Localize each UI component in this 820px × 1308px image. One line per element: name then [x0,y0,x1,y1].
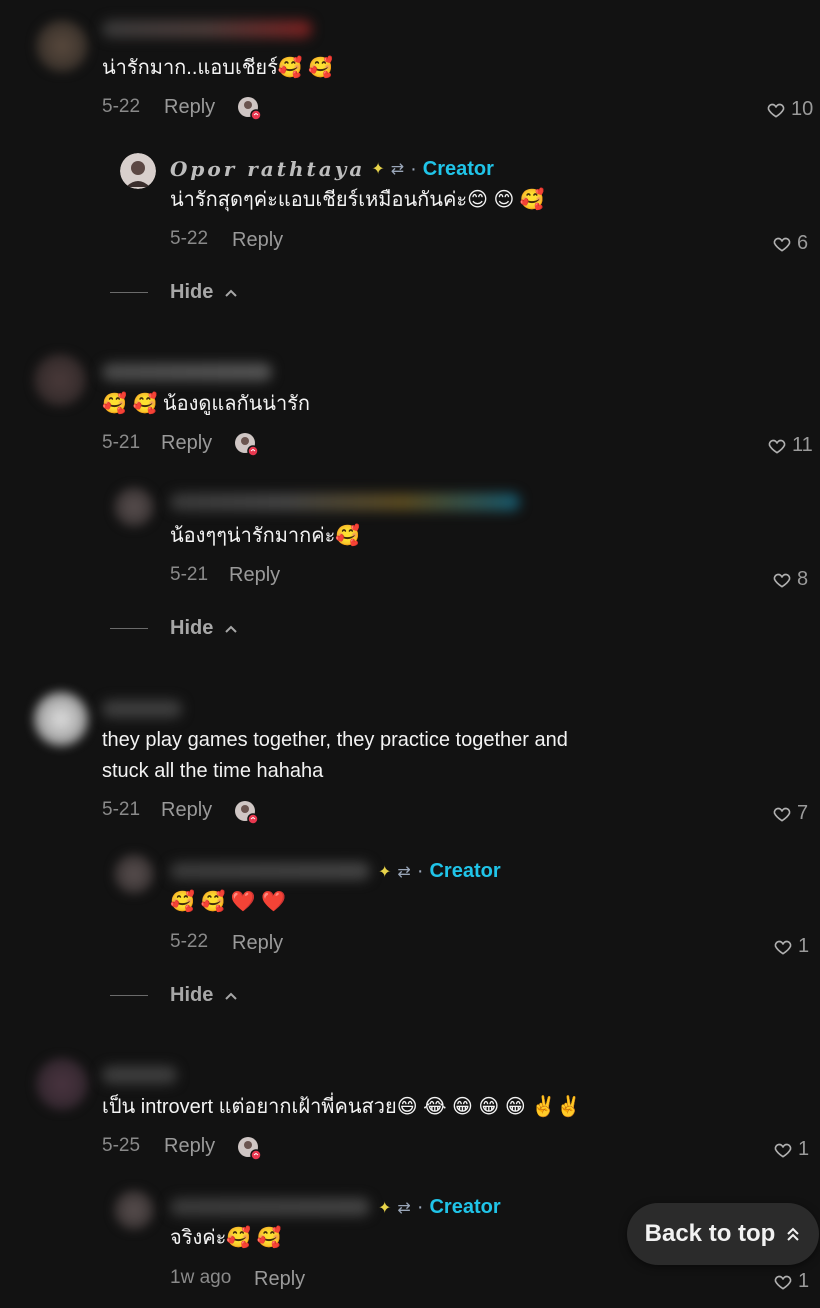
commenter-name[interactable] [102,20,312,38]
reply-date: 1w ago [170,1267,232,1288]
like-count: 1 [798,1138,810,1160]
comment-date: 5-22 [102,96,141,117]
creator-badge: Creator [422,157,494,180]
like-button[interactable]: 6 [772,232,808,255]
commenter-avatar[interactable] [34,354,86,406]
heart-icon [767,103,785,118]
comment-text-line1: they play games together, they practice … [102,729,568,751]
creator-badge: Creator [429,1196,501,1218]
like-button[interactable]: 1 [773,1138,809,1161]
creator-name-blurred [170,1198,370,1216]
like-count: 1 [798,1270,810,1292]
reply-text: น้องๆๆน่ารักมากค่ะ🥰 [170,525,361,547]
like-button[interactable]: 7 [772,802,808,825]
chevron-up-icon [225,289,238,297]
reply-text: 🥰 🥰 ❤️ ❤️ [170,891,287,913]
creator-avatar[interactable] [114,1190,154,1230]
sparkle-icon: ✦ [378,863,392,881]
reply-button[interactable]: Reply [164,96,215,119]
creator-liked-avatar [235,433,258,456]
comment-text: 🥰 🥰 น้องดูแลกันน่ารัก [102,393,311,415]
sparkle-icon: ✦ [371,161,385,178]
like-count: 7 [797,802,809,824]
reply-button[interactable]: Reply [229,564,280,587]
comment-date: 5-21 [102,432,141,453]
comment-text: น่ารักมาก..แอบเชียร์🥰 🥰 [102,57,334,79]
creator-name-blurred [170,862,370,880]
creator-header: ✦ ⇄ · Creator [378,1196,501,1218]
creator-badge: Creator [429,860,501,882]
like-button[interactable]: 8 [772,568,808,591]
back-to-top-label: Back to top [644,1220,776,1247]
creator-avatar[interactable] [114,487,154,527]
heart-icon [773,237,791,252]
commenter-avatar[interactable] [36,1058,88,1110]
creator-liked-avatar [235,801,258,824]
creator-avatar[interactable] [114,854,154,894]
back-to-top-button[interactable]: Back to top [627,1203,819,1265]
hide-replies-button[interactable]: Hide [110,281,239,304]
creator-avatar[interactable] [120,153,156,189]
reply-button[interactable]: Reply [161,432,212,455]
sparkle-icon: ✦ [378,1199,392,1217]
heart-icon [773,573,791,588]
comment-date: 5-21 [102,799,141,820]
repost-icon: ⇄ [390,161,405,178]
commenter-name[interactable] [102,700,182,718]
reply-button[interactable]: Reply [232,932,283,955]
creator-liked-avatar [238,1137,261,1160]
chevron-up-icon [225,992,238,1000]
like-button[interactable]: 10 [766,98,813,121]
chevron-up-icon [225,625,238,633]
reply-button[interactable]: Reply [232,229,283,252]
hide-label: Hide [170,617,214,639]
repost-icon: ⇄ [397,863,411,881]
like-button[interactable]: 11 [767,434,813,457]
creator-header: ✦ ⇄ · Creator [378,860,501,882]
comment-text-line2: stuck all the time hahaha [102,760,324,782]
heart-icon [774,1275,792,1290]
creator-liked-avatar [238,97,261,120]
double-chevron-up-icon [787,1227,800,1241]
commenter-avatar[interactable] [36,20,88,72]
creator-header: Opor rathtaya ✦ ⇄ · Creator [170,157,494,181]
hide-replies-button[interactable]: Hide [110,984,239,1007]
like-count: 6 [797,232,809,254]
heart-icon [774,1143,792,1158]
creator-name[interactable]: Opor rathtaya [170,157,365,181]
comment-date: 5-25 [102,1135,141,1156]
divider [110,995,148,996]
commenter-name[interactable] [102,1066,177,1084]
repost-icon: ⇄ [397,1199,411,1217]
comment-text: เป็น introvert แต่อยากเฝ้าพี่คนสวย😄 😂 😁 … [102,1096,582,1118]
divider [110,628,148,629]
reply-date: 5-22 [170,931,209,952]
reply-text: จริงค่ะ🥰 🥰 [170,1227,282,1249]
reply-date: 5-21 [170,564,209,585]
like-count: 11 [792,434,813,456]
reply-button[interactable]: Reply [161,799,212,822]
commenter-name[interactable] [102,363,272,381]
hide-label: Hide [170,984,214,1006]
like-count: 1 [798,935,810,957]
hide-replies-button[interactable]: Hide [110,617,239,640]
like-count: 10 [791,98,814,120]
divider [110,292,148,293]
heart-icon [773,807,791,822]
creator-name-blurred [170,493,520,511]
like-button[interactable]: 1 [773,935,809,958]
reply-text: น่ารักสุดๆค่ะแอบเชียร์เหมือนกันค่ะ😊 😊 🥰 [170,189,545,211]
reply-button[interactable]: Reply [254,1268,305,1291]
commenter-avatar[interactable] [34,692,88,746]
heart-icon [774,940,792,955]
like-count: 8 [797,568,809,590]
heart-icon [768,439,786,454]
hide-label: Hide [170,281,214,303]
reply-button[interactable]: Reply [164,1135,215,1158]
reply-date: 5-22 [170,228,209,249]
like-button[interactable]: 1 [773,1270,809,1293]
